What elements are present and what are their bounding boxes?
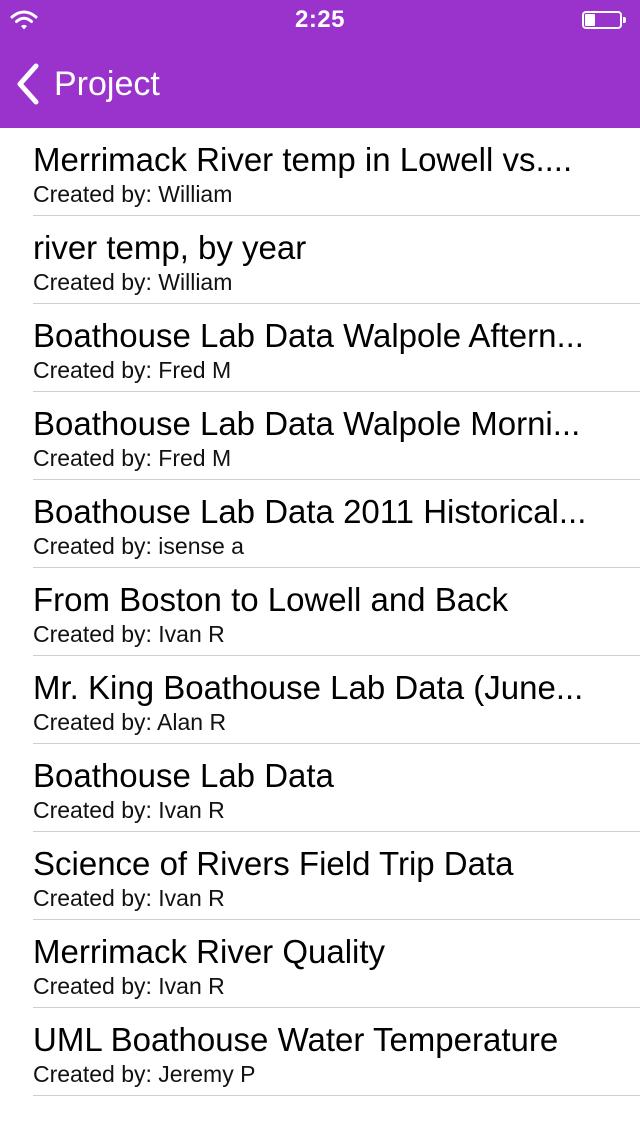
list-item[interactable]: Merrimack River Quality Created by: Ivan … (0, 920, 640, 1008)
back-button[interactable]: Project (14, 60, 160, 108)
project-title: Boathouse Lab Data Walpole Morni... (33, 405, 581, 442)
list-item[interactable]: Science of Rivers Field Trip Data Created… (0, 832, 640, 920)
project-creator: Created by: William (33, 269, 233, 295)
list-item[interactable]: river temp, by year Created by: William (0, 216, 640, 304)
project-creator: Created by: Fred M (33, 445, 232, 471)
project-title: Science of Rivers Field Trip Data (33, 845, 514, 882)
project-title: Merrimack River temp in Lowell vs.... (33, 141, 573, 178)
project-creator: Created by: Alan R (33, 709, 227, 735)
chevron-left-icon (17, 63, 39, 105)
project-title: Mr. King Boathouse Lab Data (June... (33, 669, 584, 706)
list-item[interactable]: Mr. King Boathouse Lab Data (June... Crea… (0, 656, 640, 744)
project-creator: Created by: Ivan R (33, 621, 225, 647)
project-title: Boathouse Lab Data Walpole Aftern... (33, 317, 584, 354)
list-item[interactable]: UML Boathouse Water Temperature Created b… (0, 1008, 640, 1096)
project-title: Boathouse Lab Data 2011 Historical... (33, 493, 587, 530)
status-bar: 2:25 (0, 0, 640, 40)
list-item[interactable]: Boathouse Lab Data Walpole Aftern... Crea… (0, 304, 640, 392)
project-creator: Created by: Fred M (33, 357, 232, 383)
project-creator: Created by: Ivan R (33, 973, 225, 999)
back-button-label: Project (54, 65, 160, 103)
project-title: UML Boathouse Water Temperature (33, 1021, 559, 1058)
list-item[interactable]: Boathouse Lab Data Walpole Morni... Creat… (0, 392, 640, 480)
project-creator: Created by: Ivan R (33, 797, 225, 823)
project-list: Merrimack River temp in Lowell vs.... Cre… (0, 128, 640, 1096)
list-item[interactable]: Boathouse Lab Data Created by: Ivan R (0, 744, 640, 832)
project-creator: Created by: isense a (33, 533, 244, 559)
row-divider (33, 1095, 640, 1096)
navigation-bar: Project (0, 40, 640, 128)
battery-icon (582, 11, 628, 29)
project-title: Boathouse Lab Data (33, 757, 334, 794)
project-creator: Created by: Ivan R (33, 885, 225, 911)
list-item[interactable]: Merrimack River temp in Lowell vs.... Cre… (0, 128, 640, 216)
project-title: From Boston to Lowell and Back (33, 581, 509, 618)
project-creator: Created by: William (33, 181, 233, 207)
list-item[interactable]: From Boston to Lowell and Back Created by… (0, 568, 640, 656)
status-time: 2:25 (294, 6, 346, 33)
project-creator: Created by: Jeremy P (33, 1061, 256, 1087)
project-title: river temp, by year (33, 229, 307, 266)
project-title: Merrimack River Quality (33, 933, 386, 970)
list-item[interactable]: Boathouse Lab Data 2011 Historical... Cre… (0, 480, 640, 568)
